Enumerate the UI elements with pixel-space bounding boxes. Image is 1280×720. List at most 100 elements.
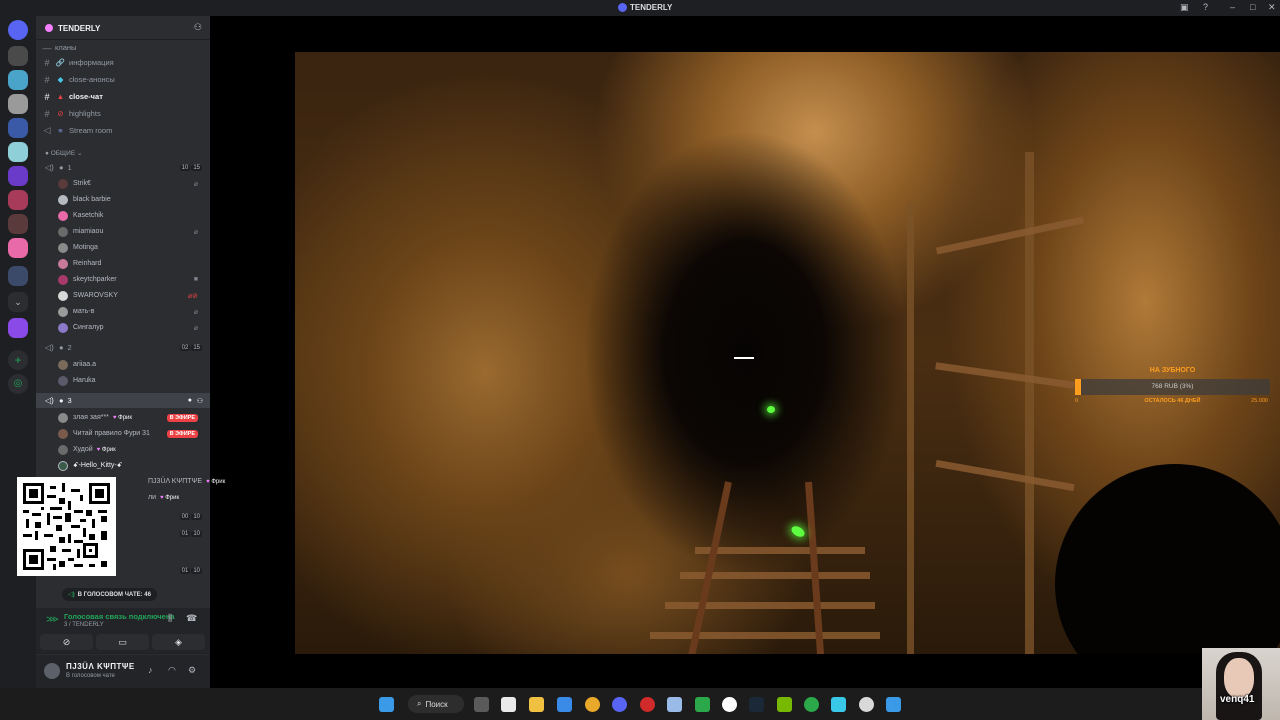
- voice-user[interactable]: Haruka: [58, 373, 206, 388]
- voice-user[interactable]: мать-в ⌀: [58, 304, 206, 319]
- gear-icon[interactable]: ⚙: [188, 665, 196, 676]
- username: Читай правило Фури 31: [73, 430, 150, 437]
- guild-header[interactable]: TENDERLY ⚇: [36, 16, 210, 40]
- voice-user[interactable]: miamiaou ⌀: [58, 224, 206, 239]
- invite-people-icon[interactable]: ⚇: [194, 22, 202, 33]
- app-icon[interactable]: [695, 697, 710, 712]
- server-icon[interactable]: [8, 318, 28, 338]
- headphones-icon[interactable]: ◠: [168, 665, 176, 676]
- voice-chat-counter-text: В ГОЛОСОВОМ ЧАТЕ: 46: [77, 591, 151, 598]
- channel-item[interactable]: # 🔗 информация: [36, 55, 210, 70]
- voice-channel-1[interactable]: ◁) ● 1 10 15: [36, 160, 210, 175]
- voice-user[interactable]: злая зая*** Фрик В ЭФИРЕ: [58, 410, 206, 425]
- server-icon[interactable]: [8, 214, 28, 234]
- channel-item[interactable]: # ◆ close-анонсы: [36, 72, 210, 87]
- speaker-icon: ◁): [45, 163, 54, 172]
- hash-icon: #: [44, 91, 50, 102]
- voice-user[interactable]: Kasetchik: [58, 208, 206, 223]
- voice-user[interactable]: ariiaa.a: [58, 357, 206, 372]
- server-icon[interactable]: [8, 142, 28, 162]
- notepad-icon[interactable]: [886, 697, 901, 712]
- server-icon[interactable]: [8, 118, 28, 138]
- user-count: 01 10: [179, 531, 202, 537]
- avatar: [58, 226, 68, 237]
- voice-user[interactable]: Сингалур ⌀: [58, 320, 206, 335]
- opera-icon[interactable]: [640, 697, 655, 712]
- voice-channel-2[interactable]: ◁) ● 2 02 15: [36, 340, 210, 355]
- username: SWAROVSKY: [73, 292, 118, 299]
- voice-user[interactable]: SWAROVSKY ⌀⊘: [58, 288, 206, 303]
- noise-suppression-icon[interactable]: ⫼: [168, 613, 172, 624]
- microphone-icon[interactable]: ♪: [148, 665, 153, 675]
- windows-start-icon[interactable]: [379, 697, 394, 712]
- username: Reinhard: [73, 260, 102, 267]
- chrome-icon[interactable]: [585, 697, 600, 712]
- voice-user[interactable]: Reinhard: [58, 256, 206, 271]
- goal-progress-text: 768 RUB (3%): [1151, 383, 1194, 390]
- chat-icon[interactable]: ●: [188, 397, 192, 404]
- home-button[interactable]: [8, 20, 28, 40]
- avatar: [58, 290, 68, 301]
- voice-channel-3[interactable]: ◁) ● 3 ● ⚇: [36, 393, 210, 408]
- server-icon[interactable]: [8, 190, 28, 210]
- obs-icon[interactable]: [859, 697, 874, 712]
- streamer-face: [1224, 658, 1254, 698]
- taskbar: ⌕ Поиск: [0, 688, 1202, 720]
- channel-item[interactable]: # ⊘ highlights: [36, 106, 210, 121]
- category-header[interactable]: ● ОБЩИЕ ⌄: [45, 149, 82, 157]
- voice-user[interactable]: black barbie: [58, 192, 206, 207]
- channel-item[interactable]: — кланы: [36, 40, 210, 55]
- steam-icon[interactable]: [749, 697, 764, 712]
- server-icon[interactable]: [8, 46, 28, 66]
- help-icon[interactable]: ?: [1203, 2, 1208, 12]
- telegram-icon[interactable]: [557, 697, 572, 712]
- close-window-button[interactable]: ✕: [1268, 2, 1276, 13]
- add-member-icon[interactable]: ⚇: [197, 397, 203, 405]
- yandex-icon[interactable]: [722, 697, 737, 712]
- inbox-icon[interactable]: ▣: [1180, 2, 1189, 13]
- link-icon: 🔗: [55, 58, 66, 67]
- server-icon[interactable]: [8, 70, 28, 90]
- nvidia-icon[interactable]: [777, 697, 792, 712]
- voice-user[interactable]: ΠJ3ÜΛ KΨΠΤΨΕФрик: [148, 474, 225, 489]
- server-icon[interactable]: [8, 166, 28, 186]
- voice-status[interactable]: Голосовая связь подключена: [64, 612, 175, 621]
- server-icon[interactable]: [8, 266, 28, 286]
- activity-button[interactable]: ◈: [152, 634, 205, 650]
- avatar[interactable]: [44, 663, 60, 679]
- discord-icon[interactable]: [612, 697, 627, 712]
- server-rail: ⌄ + ◎: [0, 16, 36, 688]
- taskbar-search[interactable]: ⌕ Поиск: [408, 695, 464, 713]
- voice-user[interactable]: Худой Фрик: [58, 442, 206, 457]
- current-username[interactable]: ΠJ3ÜΛ KΨΠΤΨΕ: [66, 662, 135, 671]
- folder-chevron-icon[interactable]: ⌄: [8, 292, 28, 312]
- screen-share-button[interactable]: ▭: [96, 634, 149, 650]
- voice-user[interactable]: Motinga: [58, 240, 206, 255]
- add-server-icon[interactable]: +: [8, 350, 28, 370]
- camera-off-button[interactable]: ⊘: [40, 634, 93, 650]
- maximize-button[interactable]: □: [1250, 2, 1255, 12]
- voice-user[interactable]: skeytchparker ■: [58, 272, 206, 287]
- voice-chat-counter[interactable]: ◁) В ГОЛОСОВОМ ЧАТЕ: 46: [62, 588, 157, 601]
- voice-user[interactable]: Читай правило Фури 31 В ЭФИРЕ: [58, 426, 206, 441]
- torrent-icon[interactable]: [804, 697, 819, 712]
- file-explorer-icon[interactable]: [529, 697, 544, 712]
- server-icon[interactable]: [8, 94, 28, 114]
- count-value: 02: [179, 344, 191, 351]
- limit-value: 10: [191, 568, 202, 574]
- minimize-button[interactable]: –: [1230, 2, 1235, 12]
- store-icon[interactable]: [501, 697, 516, 712]
- server-icon[interactable]: [8, 238, 28, 258]
- media-player-icon[interactable]: [831, 697, 846, 712]
- app-icon[interactable]: [667, 697, 682, 712]
- voice-user[interactable]: ꗃ-Hello_Kitty-ꗃ: [58, 458, 206, 473]
- voice-channel-path[interactable]: 3 / TENDERLY: [64, 622, 104, 628]
- voice-user[interactable]: Strik€ ⌀: [58, 176, 206, 191]
- channel-item[interactable]: # ▲ close-чат: [36, 89, 210, 104]
- disconnect-icon[interactable]: ☎: [186, 613, 197, 624]
- limit-value: 15: [191, 164, 202, 171]
- task-view-icon[interactable]: [474, 697, 489, 712]
- channel-item[interactable]: ◁ ≡ Stream room: [36, 123, 210, 138]
- voice-user[interactable]: ли Фрик: [148, 490, 208, 505]
- explore-icon[interactable]: ◎: [8, 374, 28, 394]
